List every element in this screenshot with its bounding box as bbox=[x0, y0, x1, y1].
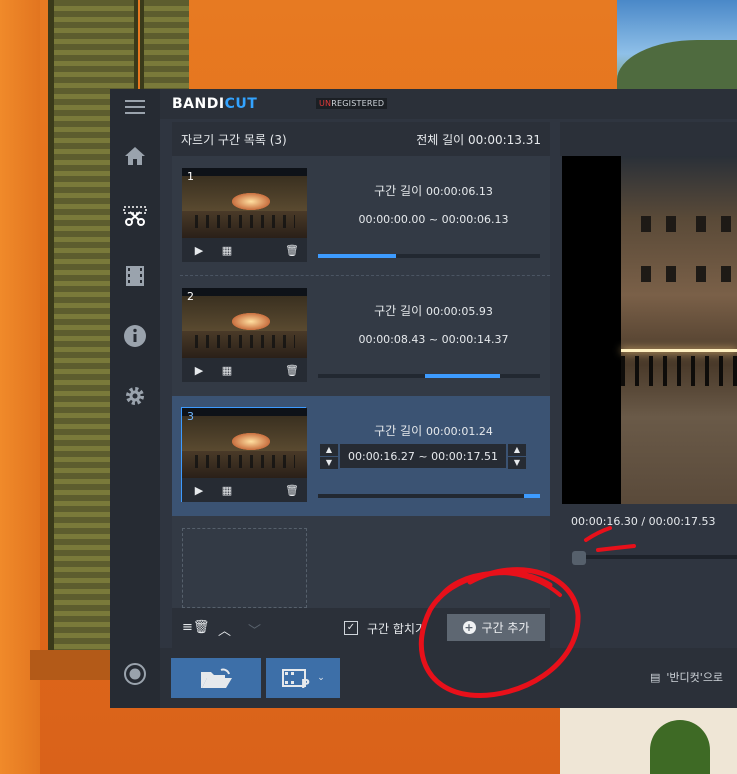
info-icon[interactable] bbox=[122, 323, 148, 349]
svg-text:P: P bbox=[301, 677, 310, 690]
tree bbox=[650, 720, 710, 774]
move-up-icon[interactable]: ︿ bbox=[218, 620, 231, 639]
segment-list-footer: ≡🗑 ︿ ﹀ ✓ 구간 합치기 + 구간 추가 bbox=[172, 608, 550, 648]
segment-length: 구간 길이 00:00:06.13 bbox=[374, 184, 493, 198]
segment-position-bar bbox=[318, 494, 540, 498]
film-icon[interactable] bbox=[122, 263, 148, 289]
merge-label: 구간 합치기 bbox=[367, 622, 427, 636]
grid-icon[interactable]: ▦ bbox=[220, 483, 234, 497]
chat-icon: ▤ bbox=[650, 670, 661, 684]
grid-icon[interactable]: ▦ bbox=[220, 243, 234, 257]
home-icon[interactable] bbox=[122, 143, 148, 169]
seek-handle[interactable] bbox=[572, 551, 586, 565]
bandicut-window: BANDICUT UNREGISTERED 자르기 구간 목록 (3) 전체 길… bbox=[110, 89, 737, 708]
window-shutter-2 bbox=[140, 0, 189, 95]
end-time-spinner[interactable]: ▲ ▼ bbox=[508, 443, 526, 469]
start-time-spinner[interactable]: ▲ ▼ bbox=[320, 443, 338, 469]
segment-range-input[interactable]: 00:00:16.27 ~ 00:00:17.51 bbox=[340, 444, 506, 468]
add-segment-label: 구간 추가 bbox=[481, 621, 530, 635]
chevron-down-icon[interactable]: ⌄ bbox=[317, 673, 325, 683]
trash-icon[interactable]: 🗑 bbox=[285, 483, 299, 497]
segment-position-fill bbox=[424, 374, 501, 378]
chevron-up-icon[interactable]: ▲ bbox=[508, 443, 526, 456]
add-segment-button[interactable]: + 구간 추가 bbox=[447, 614, 545, 641]
segment-controls: ▶ ▦ 🗑 bbox=[182, 358, 307, 382]
segment-list-header: 자르기 구간 목록 (3) 전체 길이 00:00:13.31 bbox=[172, 122, 550, 156]
segment-thumbnail[interactable]: 1 bbox=[182, 168, 307, 238]
house bbox=[560, 705, 737, 774]
segment-length: 구간 길이 00:00:05.93 bbox=[374, 304, 493, 318]
play-icon[interactable]: ▶ bbox=[192, 243, 206, 257]
chevron-down-icon[interactable]: ▼ bbox=[508, 456, 526, 469]
segment-controls: ▶ ▦ 🗑 bbox=[182, 478, 307, 502]
segment-position-bar bbox=[318, 374, 540, 378]
merge-checkbox[interactable]: ✓ bbox=[344, 621, 358, 635]
segment-range: 00:00:08.43 ~ 00:00:14.37 bbox=[358, 333, 509, 346]
menu-icon[interactable] bbox=[122, 94, 148, 120]
move-down-icon[interactable]: ﹀ bbox=[248, 620, 261, 639]
segment-item[interactable]: 1 ▶ ▦ 🗑 구간 길이 00:00:06.13 00:00:00.00 ~ … bbox=[172, 156, 550, 276]
film-mode-icon: P bbox=[282, 669, 310, 690]
title-bar: BANDICUT UNREGISTERED bbox=[160, 89, 737, 119]
play-icon[interactable]: ▶ bbox=[192, 363, 206, 377]
segment-number: 1 bbox=[187, 170, 194, 183]
plus-icon: + bbox=[462, 621, 476, 634]
segment-range: 00:00:00.00 ~ 00:00:06.13 bbox=[358, 213, 509, 226]
preview-header bbox=[560, 122, 737, 156]
video-preview[interactable] bbox=[562, 156, 737, 504]
segment-item-selected[interactable]: 3 ▶ ▦ 🗑 구간 길이 00:00:01.24 ▲ ▼ 00:00:16.27… bbox=[172, 396, 550, 516]
segment-range-editor: ▲ ▼ 00:00:16.27 ~ 00:00:17.51 ▲ ▼ bbox=[320, 443, 526, 469]
segment-number: 2 bbox=[187, 290, 194, 303]
playback-timecode: 00:00:16.30 / 00:00:17.53 bbox=[571, 515, 716, 528]
trash-icon[interactable]: 🗑 bbox=[285, 243, 299, 257]
video-frame bbox=[621, 156, 737, 504]
delete-all-icon[interactable]: ≡🗑 bbox=[182, 620, 209, 635]
seek-bar[interactable] bbox=[572, 555, 737, 559]
segment-thumbnail[interactable]: 2 bbox=[182, 288, 307, 358]
segment-length: 구간 길이 00:00:01.24 bbox=[374, 424, 493, 438]
total-length: 전체 길이 00:00:13.31 bbox=[416, 133, 541, 147]
encoding-mode-button[interactable]: P ⌄ bbox=[266, 658, 340, 698]
app-logo: BANDICUT bbox=[172, 96, 258, 112]
segment-position-fill bbox=[524, 494, 540, 498]
segment-number: 3 bbox=[187, 410, 194, 423]
chevron-up-icon[interactable]: ▲ bbox=[320, 443, 338, 456]
bottom-toolbar: P ⌄ ▤ '반디컷'으로 bbox=[160, 648, 737, 708]
segment-position-bar bbox=[318, 254, 540, 258]
play-icon[interactable]: ▶ bbox=[192, 483, 206, 497]
chevron-down-icon[interactable]: ▼ bbox=[320, 456, 338, 469]
segment-position-fill bbox=[318, 254, 396, 258]
record-icon[interactable] bbox=[122, 661, 148, 687]
segment-list: 1 ▶ ▦ 🗑 구간 길이 00:00:06.13 00:00:00.00 ~ … bbox=[172, 156, 550, 608]
folder-open-icon bbox=[201, 668, 232, 688]
sidebar bbox=[110, 89, 160, 708]
trash-icon[interactable]: 🗑 bbox=[285, 363, 299, 377]
open-file-button[interactable] bbox=[171, 658, 261, 698]
segment-list-title: 자르기 구간 목록 (3) bbox=[181, 133, 287, 147]
segment-item[interactable]: 2 ▶ ▦ 🗑 구간 길이 00:00:05.93 00:00:08.43 ~ … bbox=[172, 276, 550, 396]
registration-badge: UNREGISTERED bbox=[316, 98, 388, 109]
segment-thumbnail[interactable]: 3 bbox=[182, 408, 307, 478]
cut-icon[interactable] bbox=[122, 203, 148, 229]
segment-controls: ▶ ▦ 🗑 bbox=[182, 238, 307, 262]
grid-icon[interactable]: ▦ bbox=[220, 363, 234, 377]
chat-notice[interactable]: ▤ '반디컷'으로 bbox=[650, 669, 723, 685]
gear-icon[interactable] bbox=[122, 383, 148, 409]
empty-segment-slot bbox=[182, 528, 307, 608]
